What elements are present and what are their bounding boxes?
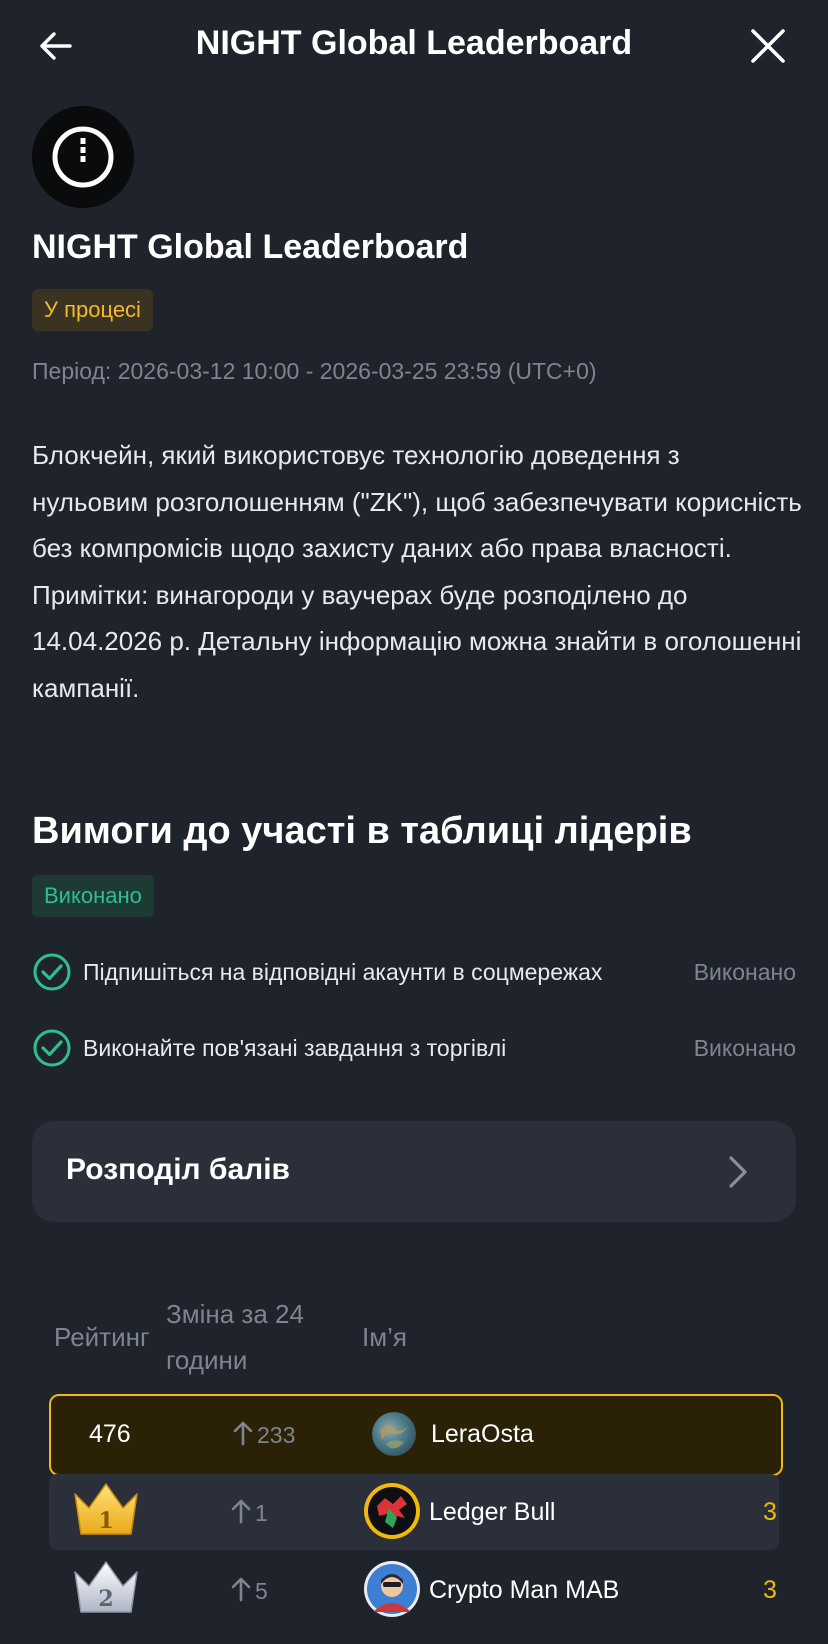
requirement-label: Підпишіться на відповідні акаунти в соцм… <box>83 959 603 985</box>
score-value: 3 <box>763 1576 777 1604</box>
silver-crown-icon: 2 <box>74 1561 138 1613</box>
requirement-item: Виконайте пов'язані завдання з торгівлі … <box>32 1026 796 1070</box>
avatar <box>372 1412 416 1456</box>
avatar <box>364 1561 420 1617</box>
rank-change-value: 1 <box>255 1500 268 1526</box>
rank-change: 1 <box>231 1498 268 1527</box>
avatar <box>364 1483 420 1539</box>
arrow-up-icon <box>231 1577 251 1602</box>
user-name: LeraOsta <box>431 1420 534 1448</box>
requirement-item: Підпишіться на відповідні акаунти в соцм… <box>32 950 796 994</box>
page-title: NIGHT Global Leaderboard <box>195 24 633 62</box>
user-name: Ledger Bull <box>429 1498 556 1526</box>
rank-change: 233 <box>233 1420 295 1449</box>
rank-value: 476 <box>89 1420 131 1448</box>
column-header-change: Зміна за 24 години <box>166 1291 304 1383</box>
column-header-change-line2: години <box>166 1345 248 1375</box>
campaign-title: NIGHT Global Leaderboard <box>32 228 469 266</box>
campaign-description: Блокчейн, який використовує технологію д… <box>32 440 802 703</box>
close-icon[interactable] <box>748 26 788 66</box>
table-row-current-user[interactable]: 476 233 LeraOsta <box>49 1394 783 1476</box>
campaign-period: Період: 2026-03-12 10:00 - 2026-03-25 23… <box>32 358 597 384</box>
rank-change: 5 <box>231 1576 268 1605</box>
check-circle-icon <box>33 953 71 991</box>
column-header-name: Ім’я <box>362 1322 407 1352</box>
top-bar: NIGHT Global Leaderboard <box>0 0 828 92</box>
arrow-up-icon <box>233 1421 253 1446</box>
table-row[interactable]: 1 1 Ledger Bull 3 <box>49 1474 779 1550</box>
points-distribution-label: Розподіл балів <box>66 1153 290 1186</box>
rank-value: 2 <box>98 1586 113 1612</box>
status-badge: У процесі <box>32 289 153 331</box>
requirement-label: Виконайте пов'язані завдання з торгівлі <box>83 1035 507 1061</box>
chevron-right-icon <box>729 1156 747 1188</box>
points-distribution-button[interactable]: Розподіл балів <box>32 1121 796 1222</box>
night-logo-icon <box>32 106 134 208</box>
gold-crown-icon: 1 <box>74 1483 138 1535</box>
requirement-status: Виконано <box>693 1035 796 1061</box>
rank-change-value: 233 <box>257 1422 296 1448</box>
check-circle-icon <box>33 1029 71 1067</box>
requirement-status: Виконано <box>693 959 796 985</box>
user-name: Crypto Man MAB <box>429 1576 620 1604</box>
column-header-rank: Рейтинг <box>54 1322 150 1352</box>
rank-value: 1 <box>98 1508 113 1534</box>
rank-change-value: 5 <box>255 1578 268 1604</box>
table-row[interactable]: 2 5 Crypto Man MAB 3 <box>49 1552 779 1628</box>
arrow-up-icon <box>231 1499 251 1524</box>
column-header-change-line1: Зміна за 24 <box>166 1299 304 1329</box>
requirements-status-badge: Виконано <box>32 875 154 917</box>
score-value: 3 <box>763 1498 777 1526</box>
requirements-title: Вимоги до участі в таблиці лідерів <box>32 810 692 852</box>
